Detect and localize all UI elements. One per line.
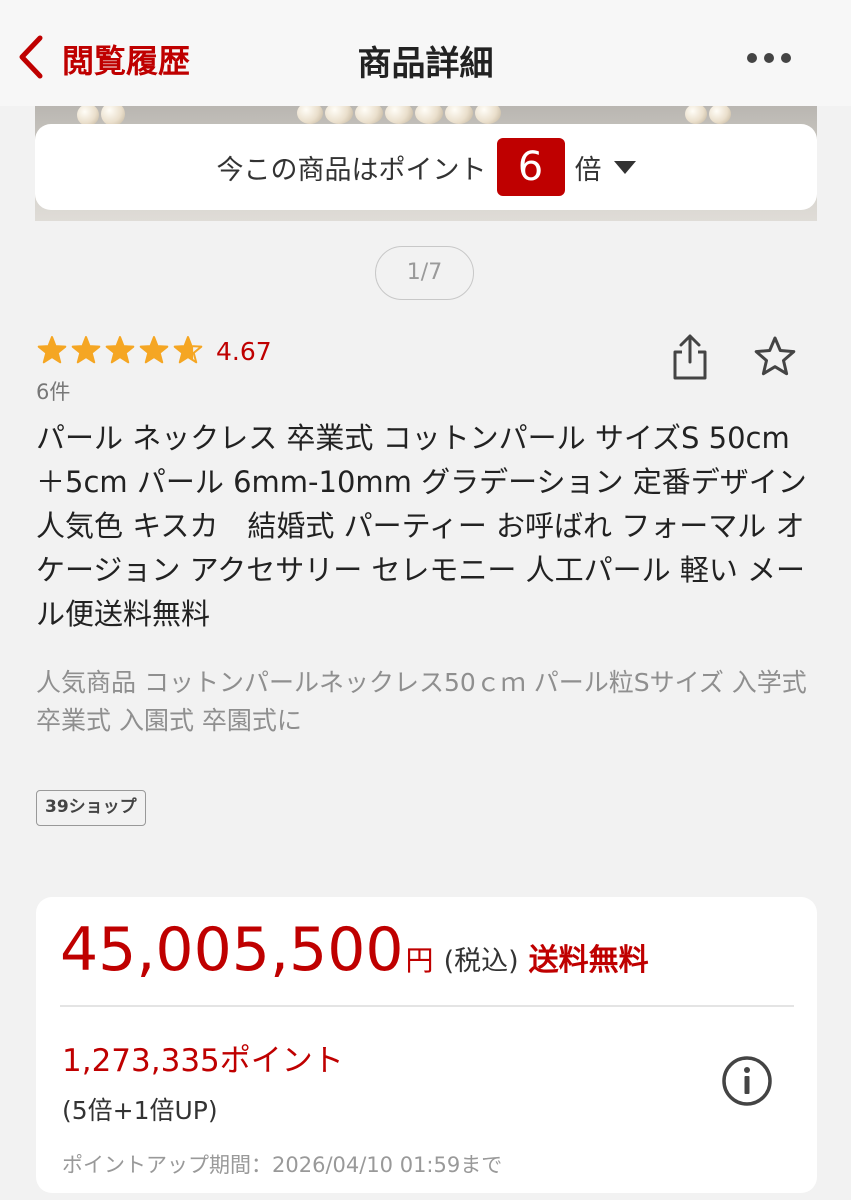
top-navigation-bar: 閲覧履歴 商品詳細 [0, 0, 851, 106]
points-multiplier-detail: (5倍+1倍UP) [62, 1096, 218, 1125]
star-filled [106, 337, 134, 363]
star-outline-icon [752, 334, 798, 380]
price-card: 45,005,500 円 (税込) 送料無料 1,273,335ポイント (5倍… [36, 897, 817, 1193]
back-label: 閲覧履歴 [62, 42, 191, 80]
price-currency: 円 [405, 944, 434, 977]
chevron-left-icon [14, 34, 48, 84]
star-filled [72, 337, 100, 363]
product-catch-copy: 人気商品 コットンパールネックレス50ｃｍ パール粒Sサイズ 入学式 卒業式 入… [36, 668, 807, 735]
shop-badge[interactable]: 39ショップ [36, 790, 146, 826]
favorite-button[interactable] [752, 334, 798, 380]
ellipsis-icon [744, 53, 794, 72]
pearl-decoration [709, 104, 731, 124]
review-count[interactable]: 6件 [36, 376, 70, 406]
point-multiplier-banner[interactable]: 今この商品はポイント 6 倍 [35, 124, 817, 210]
star-rating-icon [37, 336, 203, 364]
point-banner-suffix: 倍 [574, 154, 602, 186]
pearl-decoration [77, 104, 99, 126]
free-shipping-label: 送料無料 [528, 943, 649, 978]
more-options-button[interactable] [744, 48, 794, 68]
back-button[interactable]: 閲覧履歴 [14, 34, 190, 84]
point-multiplier-badge: 6 [496, 138, 565, 196]
share-icon [668, 332, 712, 382]
caret-down-icon [613, 160, 636, 174]
info-icon [720, 1054, 774, 1108]
points-amount: 1,273,335ポイント [62, 1043, 344, 1079]
divider [60, 1005, 794, 1007]
rating-value: 4.67 [216, 336, 272, 366]
star-filled [140, 337, 168, 363]
star-filled [38, 337, 66, 363]
points-info-button[interactable] [720, 1054, 774, 1108]
image-pager: 1/7 [375, 246, 474, 300]
tax-label: (税込) [443, 946, 519, 977]
price-row: 45,005,500 円 (税込) 送料無料 [60, 915, 649, 985]
share-button[interactable] [668, 332, 712, 382]
point-banner-prefix: 今この商品はポイント [216, 154, 487, 186]
point-up-period: ポイントアップ期間：2026/04/10 01:59まで [62, 1153, 503, 1177]
price-amount: 45,005,500 [60, 915, 404, 985]
rating-summary[interactable]: 4.67 [36, 334, 272, 368]
product-title: パール ネックレス 卒業式 コットンパール サイズS 50cm ＋5cm パール… [36, 421, 807, 631]
pearl-decoration [685, 104, 707, 124]
